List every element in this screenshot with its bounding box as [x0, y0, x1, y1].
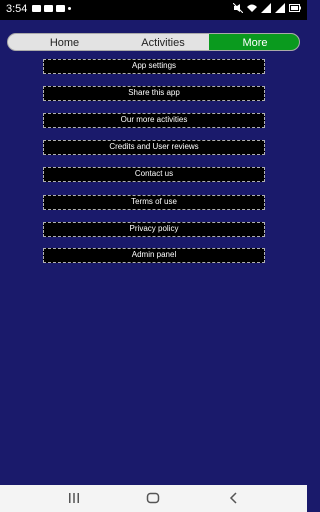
notification-icon [32, 5, 41, 12]
admin-panel-button[interactable]: Admin panel [43, 248, 265, 263]
signal-icon [275, 3, 285, 13]
status-time: 3:54 [6, 3, 28, 15]
status-bar: 3:54 [0, 0, 307, 20]
youtube-icon [44, 5, 53, 12]
tab-more[interactable]: More [209, 34, 299, 50]
more-notifications-icon [68, 7, 71, 10]
system-icons [233, 3, 301, 13]
more-activities-button[interactable]: Our more activities [43, 113, 265, 128]
recent-apps-icon[interactable] [67, 492, 81, 504]
notification-icons [32, 3, 71, 12]
share-app-button[interactable]: Share this app [43, 86, 265, 101]
contact-us-button[interactable]: Contact us [43, 167, 265, 182]
app-settings-button[interactable]: App settings [43, 59, 265, 74]
wifi-icon [247, 4, 257, 12]
home-icon[interactable] [146, 492, 160, 504]
terms-of-use-button[interactable]: Terms of use [43, 195, 265, 210]
mute-icon [233, 3, 243, 13]
battery-icon [289, 4, 301, 12]
navigation-bar [0, 485, 307, 512]
credits-reviews-button[interactable]: Credits and User reviews [43, 140, 265, 155]
tab-bar: Home Activities More [7, 33, 300, 51]
tab-activities[interactable]: Activities [104, 34, 222, 50]
privacy-policy-button[interactable]: Privacy policy [43, 222, 265, 237]
back-icon[interactable] [228, 492, 240, 504]
youtube-icon [56, 5, 65, 12]
signal-icon [261, 3, 271, 13]
